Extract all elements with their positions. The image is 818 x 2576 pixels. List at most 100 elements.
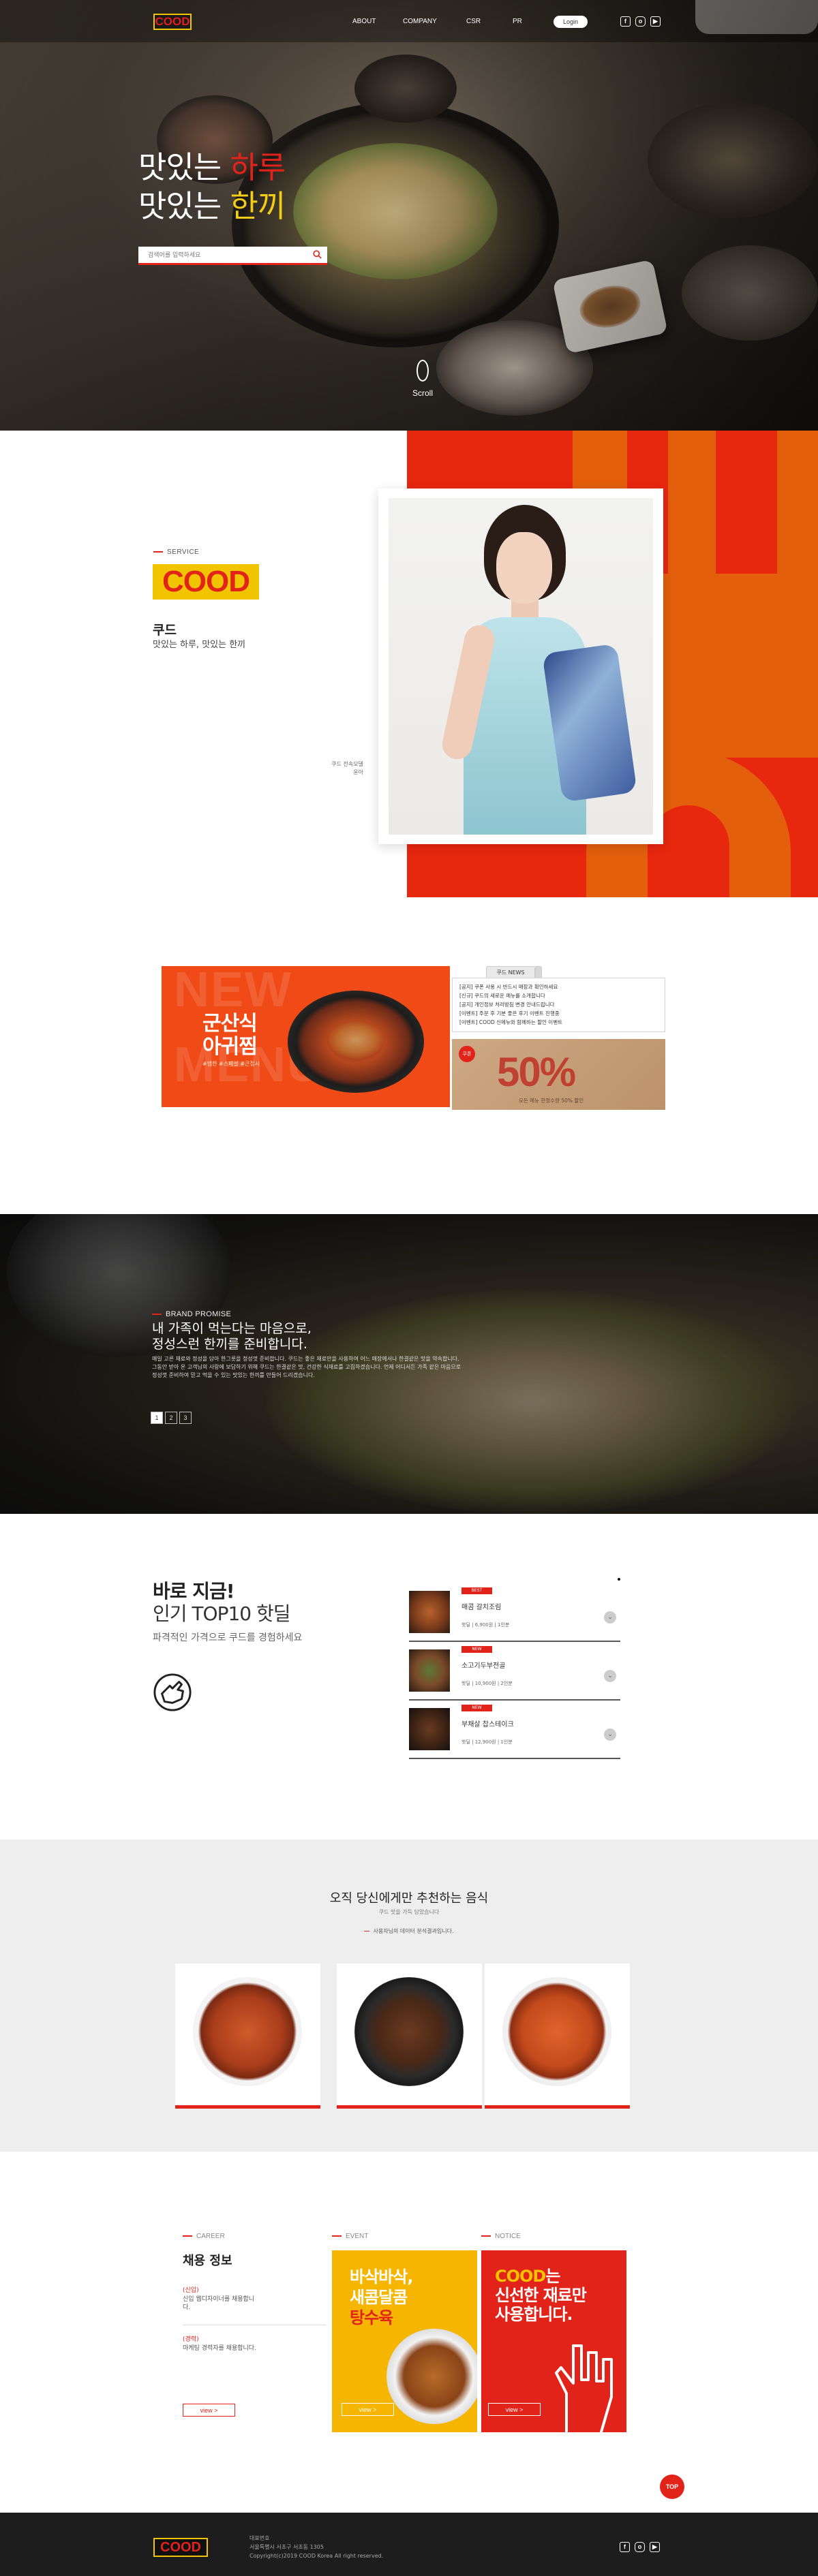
top10-subtitle: 파격적인 가격으로 쿠드를 경험하세요 — [153, 1632, 303, 1643]
footer: COOD 대표번호 서울특별시 서초구 서초동 1305 Copyright(c… — [0, 2513, 818, 2576]
page-button-3[interactable]: 3 — [179, 1412, 192, 1424]
footer-info: 대표번호 서울특별시 서초구 서초동 1305 Copyright(c)2019… — [249, 2535, 384, 2559]
instagram-icon[interactable]: o — [635, 2542, 645, 2552]
instagram-icon[interactable]: o — [635, 16, 646, 27]
new-menu-banner[interactable]: NEW MENU 군산식 아귀찜 #맵한 #스페셜 #큰접시 — [162, 966, 450, 1107]
recommend-section: 오직 당신에게만 추천하는 음식 쿠드 맛을 가득 담았습니다 사용자님의 데이… — [0, 1840, 818, 2152]
list-item[interactable]: NEW 부채살 찹스테이크 핫딜 | 12,900원 | 1인분 ⌄ — [409, 1705, 620, 1759]
facebook-icon[interactable]: f — [620, 16, 631, 27]
item-meta: 핫딜 | 6,900원 | 1인분 — [461, 1622, 510, 1628]
service-section: SERVICE COOD 쿠드 맛있는 하루, 맛있는 한끼 쿠드 전속모델 윤… — [0, 431, 818, 901]
notice-view-button[interactable]: view > — [488, 2403, 541, 2416]
food-thumbnail — [409, 1649, 450, 1692]
service-name: 쿠드 — [153, 623, 177, 638]
coupon-note: 모든 메뉴 한정수량 50% 할인 — [519, 1098, 584, 1104]
footer-social-links: f o ▶ — [620, 2542, 660, 2552]
youtube-icon[interactable]: ▶ — [650, 2542, 660, 2552]
nav-company[interactable]: COMPANY — [403, 18, 437, 25]
item-name: 소고기두부전골 — [461, 1662, 506, 1670]
new-menu-title: 군산식 아귀찜 — [202, 1012, 258, 1059]
news-item[interactable]: [이벤트] 주문 후 기분 좋은 후기 이벤트 진행중 — [459, 1009, 658, 1018]
brand-pager: 1 2 3 — [151, 1412, 192, 1424]
food-image — [193, 1977, 302, 2086]
hero-section: COOD ABOUT COMPANY CSR PR Login f o ▶ 맛있… — [0, 0, 818, 431]
new-menu-dish-image — [288, 991, 424, 1093]
page: COOD ABOUT COMPANY CSR PR Login f o ▶ 맛있… — [0, 0, 818, 2576]
career-heading: (경력) — [183, 2336, 199, 2343]
scroll-indicator[interactable]: Scroll — [402, 360, 443, 399]
hero-title: 맛있는 하루 맛있는 한끼 — [138, 149, 286, 224]
food-thumbnail — [409, 1591, 450, 1633]
career-text: 마케팅 경력자를 채용합니다. — [183, 2345, 256, 2352]
facebook-icon[interactable]: f — [620, 2542, 630, 2552]
info-section: CAREER 채용 정보 (신입) 신입 웹디자이너를 채용합니다. (경력) … — [0, 2152, 818, 2513]
news-item[interactable]: [공지] 쿠폰 사용 시 반드시 매장과 확인하세요 — [459, 982, 658, 991]
scroll-label: Scroll — [412, 388, 433, 398]
brand-label: BRAND PROMISE — [152, 1310, 231, 1318]
career-view-button[interactable]: view > — [183, 2404, 235, 2417]
career-heading: (신입) — [183, 2287, 199, 2294]
news-item[interactable]: [신규] 쿠드의 새로운 메뉴를 소개합니다 — [459, 991, 658, 1000]
news-item[interactable]: [이벤트] COOD 신메뉴와 함께하는 할인 이벤트 — [459, 1018, 658, 1027]
search-input[interactable] — [138, 247, 295, 264]
nav-about[interactable]: ABOUT — [352, 18, 376, 25]
recommend-title: 오직 당신에게만 추천하는 음식 — [329, 1891, 489, 1906]
top10-list: BEST 매콤 갈치조림 핫딜 | 6,900원 | 1인분 ⌄ NEW 소고기… — [409, 1578, 620, 1760]
coupon-banner[interactable]: 쿠폰 50% 모든 메뉴 한정수량 50% 할인 — [452, 1039, 665, 1110]
model-photo-frame — [378, 488, 663, 844]
search-icon[interactable] — [313, 250, 322, 259]
chevron-down-icon[interactable]: ⌄ — [604, 1728, 616, 1741]
recommend-subtitle: 쿠드 맛을 가득 담았습니다 — [378, 1909, 440, 1915]
notice-card[interactable]: COOD는 신선한 재료만 사용합니다. view > — [481, 2250, 626, 2432]
nav-pr[interactable]: PR — [513, 18, 522, 25]
brand-title: 내 가족이 먹는다는 마음으로, 정성스런 한끼를 준비합니다. — [152, 1321, 312, 1352]
login-button[interactable]: Login — [554, 16, 588, 28]
list-item[interactable]: BEST 매콤 갈치조림 핫딜 | 6,900원 | 1인분 ⌄ — [409, 1587, 620, 1642]
food-image — [502, 1977, 611, 2086]
career-title: 채용 정보 — [183, 2254, 232, 2268]
notice-title: COOD는 신선한 재료만 사용합니다. — [495, 2267, 587, 2324]
brand-promise-section: BRAND PROMISE 내 가족이 먹는다는 마음으로, 정성스런 한끼를 … — [0, 1214, 818, 1514]
recommend-card[interactable] — [337, 1964, 482, 2109]
item-name: 매콤 갈치조림 — [461, 1604, 502, 1611]
footer-logo[interactable]: COOD — [153, 2538, 208, 2557]
youtube-icon[interactable]: ▶ — [650, 16, 661, 27]
thumbs-up-icon — [153, 1673, 192, 1711]
career-label: CAREER — [183, 2233, 225, 2240]
service-label: SERVICE — [153, 548, 199, 556]
new-menu-tags: #맵한 #스페셜 #큰접시 — [202, 1061, 260, 1067]
item-meta: 핫딜 | 10,900원 | 2인분 — [461, 1681, 513, 1686]
notice-label: NOTICE — [481, 2233, 521, 2240]
food-thumbnail — [409, 1708, 450, 1750]
news-item[interactable]: [공지] 개인정보 처리방침 변경 안내드립니다 — [459, 1000, 658, 1009]
item-name: 부채살 찹스테이크 — [461, 1721, 514, 1728]
tab-more[interactable] — [535, 966, 542, 978]
page-button-1[interactable]: 1 — [151, 1412, 163, 1424]
hand-gesture-icon — [555, 2344, 613, 2432]
event-label: EVENT — [332, 2233, 368, 2240]
brand-text: 매일 고른 재료와 정성을 담아 한그릇을 정성껏 준비합니다. 쿠드는 좋은 … — [152, 1356, 461, 1378]
recommend-card[interactable] — [175, 1964, 320, 2109]
mouse-icon — [416, 360, 429, 382]
coupon-badge: 쿠폰 — [459, 1046, 475, 1062]
event-view-button[interactable]: view > — [342, 2403, 394, 2416]
coupon-value: 50% — [497, 1049, 576, 1095]
item-badge: NEW — [461, 1646, 492, 1653]
top10-headline: 인기 TOP10 핫딜 — [153, 1602, 290, 1625]
event-dish-image — [387, 2329, 477, 2424]
chevron-down-icon[interactable]: ⌄ — [604, 1670, 616, 1682]
recommend-card[interactable] — [485, 1964, 630, 2109]
list-item[interactable]: NEW 소고기두부전골 핫딜 | 10,900원 | 2인분 ⌄ — [409, 1646, 620, 1701]
tab-news[interactable]: 쿠드 NEWS — [486, 966, 535, 978]
nav-csr[interactable]: CSR — [466, 18, 481, 25]
service-logo: COOD — [153, 564, 259, 600]
chevron-down-icon[interactable]: ⌄ — [604, 1611, 616, 1624]
page-button-2[interactable]: 2 — [165, 1412, 177, 1424]
list-decoration — [618, 1578, 620, 1581]
model-photo-part — [496, 532, 552, 604]
item-badge: NEW — [461, 1705, 492, 1711]
scroll-to-top-button[interactable]: TOP — [660, 2474, 684, 2499]
header-logo[interactable]: COOD — [153, 14, 192, 30]
event-card[interactable]: 바삭바삭, 새콤달콤 탕수육 view > — [332, 2250, 477, 2432]
item-meta: 핫딜 | 12,900원 | 1인분 — [461, 1739, 513, 1745]
